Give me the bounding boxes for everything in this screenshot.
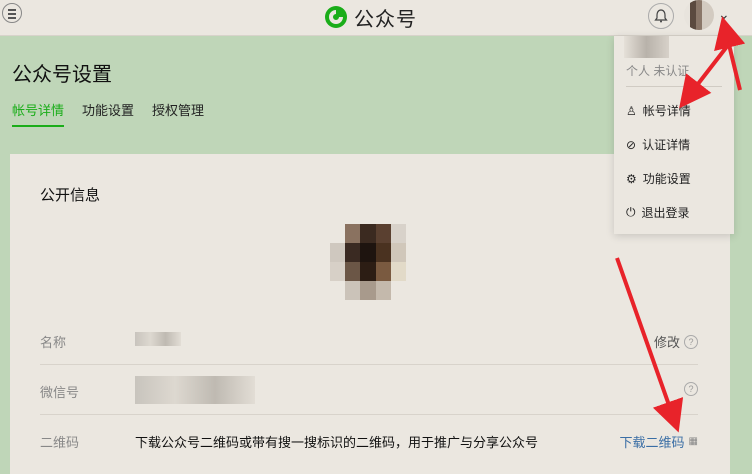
tab-account-details[interactable]: 帐号详情 [12,100,65,127]
menu-icon[interactable] [2,3,22,23]
tab-feature-settings[interactable]: 功能设置 [82,100,134,127]
section-title: 公开信息 [40,187,101,204]
power-icon: ⏻ [626,205,636,219]
qrcode-description: 下载公众号二维码或带有搜一搜标识的二维码，用于推广与分享公众号 [135,435,539,450]
edit-name-button[interactable]: 修改? [654,332,698,351]
menu-item-verification[interactable]: ⊘ 认证详情 [626,136,690,153]
download-qrcode-link[interactable]: 下载二维码 ▦ [620,432,698,451]
tab-authorization[interactable]: 授权管理 [152,100,204,127]
menu-item-settings[interactable]: ⚙ 功能设置 [626,170,691,187]
bell-icon[interactable] [648,3,674,29]
divider [626,86,722,87]
account-dropdown: 个人 未认证 ♙ 帐号详情 ⊘ 认证详情 ⚙ 功能设置 ⏻ 退出登录 [614,36,734,234]
tab-bar: 帐号详情 功能设置 授权管理 [12,100,204,127]
account-avatar [330,224,406,300]
wechat-logo-icon [325,6,347,28]
user-icon: ♙ [626,103,637,118]
brand-title: 公众号 [354,8,417,31]
wechat-id-row: 微信号 ? [40,364,698,414]
wechat-id-help[interactable]: ? [684,382,698,396]
check-circle-icon: ⊘ [626,137,637,152]
help-icon[interactable]: ? [684,334,698,349]
top-bar: 公众号 ⌄ [0,0,752,36]
account-status: 个人 未认证 [626,64,690,78]
brand[interactable]: 公众号 [324,3,417,31]
gear-icon: ⚙ [626,171,637,186]
dropdown-avatar [624,36,669,58]
menu-item-logout[interactable]: ⏻ 退出登录 [626,204,690,221]
wechat-id-value [135,376,255,407]
menu-item-account-details[interactable]: ♙ 帐号详情 [626,102,691,119]
chevron-down-icon[interactable]: ⌄ [718,6,730,23]
qrcode-row: 二维码 下载公众号二维码或带有搜一搜标识的二维码，用于推广与分享公众号 下载二维… [40,414,698,464]
page-title: 公众号设置 [12,64,112,86]
qrcode-label: 二维码 [40,435,80,450]
name-row: 名称 修改? [40,314,698,364]
help-icon[interactable]: ? [684,382,698,396]
wechat-id-label: 微信号 [40,385,80,400]
avatar[interactable] [684,0,714,30]
name-label: 名称 [40,335,67,350]
qrcode-icon: ▦ [688,436,698,447]
name-value [135,332,181,349]
